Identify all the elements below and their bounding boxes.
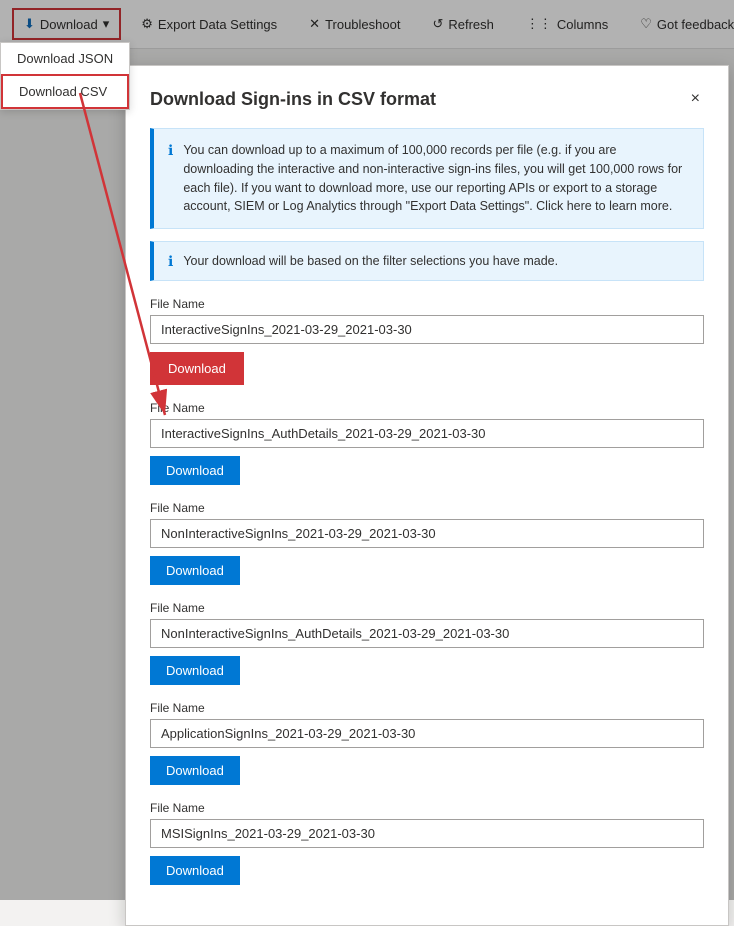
file-block-2: File Name Download [150,501,704,585]
modal-header: Download Sign-ins in CSV format × [150,86,704,112]
file-name-input-1[interactable] [150,419,704,448]
download-button-0[interactable]: Download [150,352,244,385]
modal-close-button[interactable]: × [687,86,704,112]
file-name-input-0[interactable] [150,315,704,344]
file-name-input-3[interactable] [150,619,704,648]
file-label-5: File Name [150,801,704,815]
file-label-4: File Name [150,701,704,715]
dropdown-item-json[interactable]: Download JSON [1,43,129,74]
file-label-3: File Name [150,601,704,615]
download-button-5[interactable]: Download [150,856,240,885]
modal-title: Download Sign-ins in CSV format [150,89,436,110]
dropdown-item-csv[interactable]: Download CSV [1,74,129,109]
file-block-5: File Name Download [150,801,704,885]
download-modal: Download Sign-ins in CSV format × ℹ You … [125,65,729,926]
file-blocks-container: File NameDownloadFile NameDownloadFile N… [150,297,704,885]
download-dropdown-menu: Download JSON Download CSV [0,42,130,110]
file-name-input-5[interactable] [150,819,704,848]
info-text-filter: Your download will be based on the filte… [183,254,558,268]
file-block-4: File Name Download [150,701,704,785]
file-label-2: File Name [150,501,704,515]
info-box-main: ℹ You can download up to a maximum of 10… [150,128,704,229]
file-name-input-4[interactable] [150,719,704,748]
file-block-1: File Name Download [150,401,704,485]
dropdown-menu-container: Download JSON Download CSV [0,42,130,110]
file-label-0: File Name [150,297,704,311]
download-button-4[interactable]: Download [150,756,240,785]
file-block-0: File Name Download [150,297,704,385]
info-text-main: You can download up to a maximum of 100,… [183,141,689,216]
file-name-input-2[interactable] [150,519,704,548]
info-icon-filter: ℹ [168,253,173,270]
file-label-1: File Name [150,401,704,415]
file-block-3: File Name Download [150,601,704,685]
info-icon-main: ℹ [168,142,173,159]
download-button-1[interactable]: Download [150,456,240,485]
info-box-filter: ℹ Your download will be based on the fil… [150,241,704,281]
download-button-2[interactable]: Download [150,556,240,585]
download-button-3[interactable]: Download [150,656,240,685]
